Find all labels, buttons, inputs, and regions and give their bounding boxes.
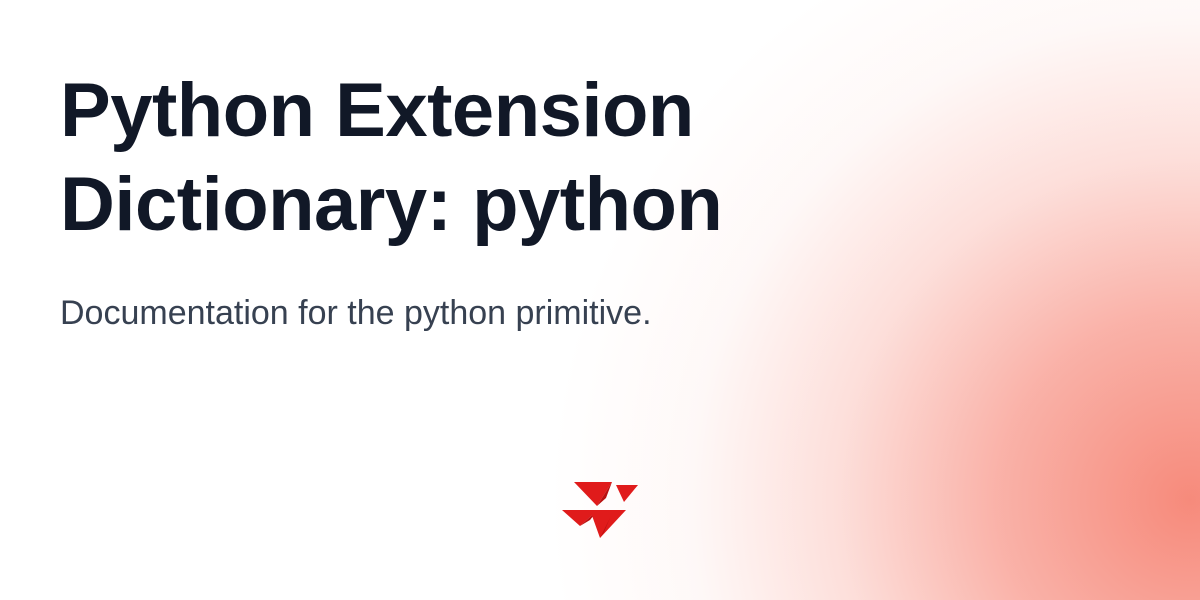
logo-triangle-top-right (616, 485, 638, 502)
logo-triangle-bottom-right (590, 510, 626, 538)
red-triangles-logo-icon (562, 482, 638, 538)
page-title-line-1: Python Extension (60, 68, 694, 153)
page-title-line-2: Dictionary: python (60, 162, 723, 247)
page-subtitle: Documentation for the python primitive. (60, 294, 652, 332)
page-title: Python Extension Dictionary: python (60, 64, 723, 252)
